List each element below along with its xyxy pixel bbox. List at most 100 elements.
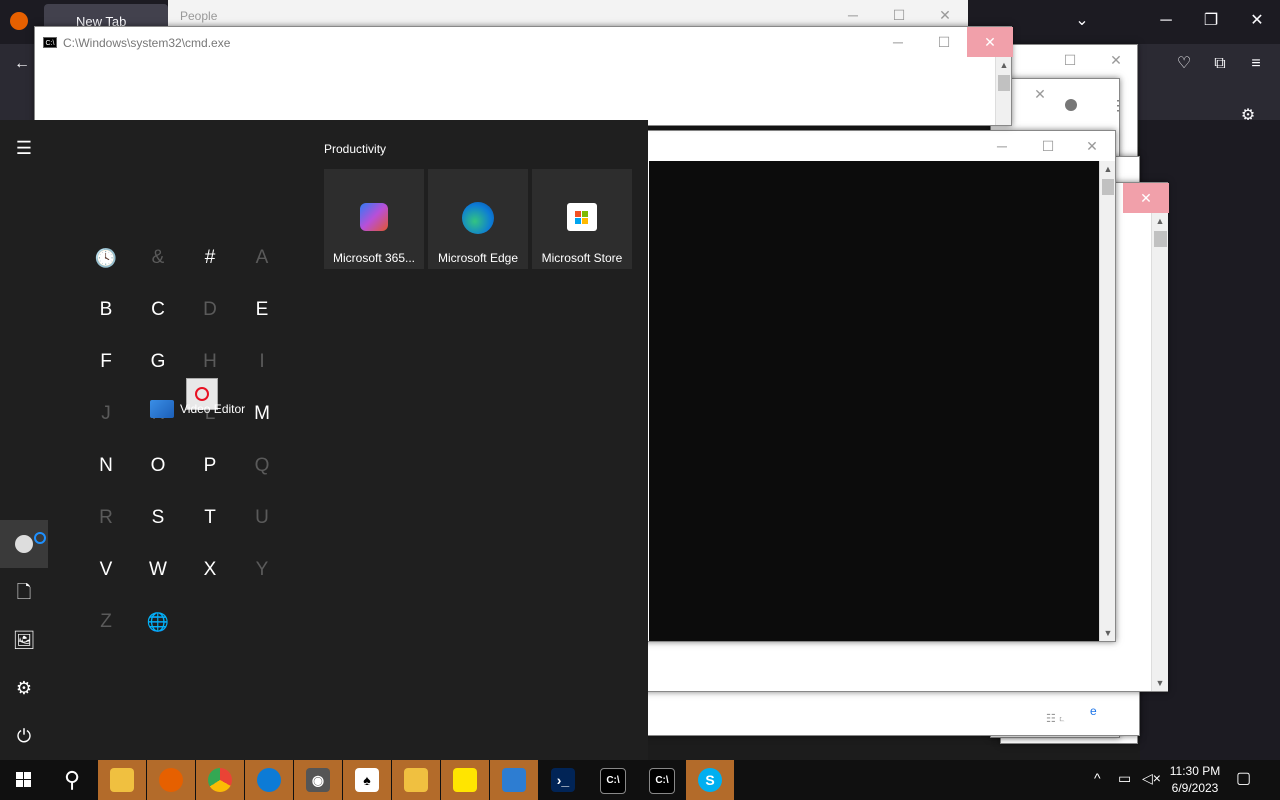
- extensions-icon[interactable]: ⧉: [1208, 52, 1232, 76]
- edge-icon: [257, 768, 281, 792]
- letter-#[interactable]: #: [184, 232, 236, 284]
- pictures-icon[interactable]: 🖼: [0, 616, 48, 664]
- scrollbar-thumb[interactable]: [998, 75, 1010, 91]
- close-button[interactable]: ✕: [1245, 9, 1269, 33]
- taskbar-camera[interactable]: ◉: [294, 760, 342, 800]
- network-icon[interactable]: ▭: [1118, 770, 1131, 787]
- letter-Z: Z: [100, 611, 112, 632]
- maximize-button[interactable]: ☐: [921, 27, 967, 57]
- close-button[interactable]: ✕: [1093, 45, 1139, 75]
- letter-S[interactable]: S: [132, 492, 184, 544]
- close-button[interactable]: ✕: [967, 27, 1013, 57]
- volume-muted-icon[interactable]: ◁×: [1142, 770, 1161, 787]
- video-editor-icon: [150, 400, 174, 418]
- more-icon[interactable]: ⋮: [1111, 97, 1125, 114]
- scrollbar[interactable]: ▲ ▼: [1099, 161, 1115, 641]
- link-chip[interactable]: e: [1060, 700, 1124, 724]
- close-button[interactable]: ✕: [1069, 131, 1115, 161]
- taskbar-cmd[interactable]: C:\: [637, 760, 685, 800]
- letter-W[interactable]: W: [132, 544, 184, 596]
- menu-icon[interactable]: ≡: [1244, 52, 1268, 76]
- camera-icon: ◉: [306, 768, 330, 792]
- power-icon[interactable]: ⏻: [0, 712, 48, 760]
- taskbar-cmd[interactable]: C:\: [588, 760, 636, 800]
- scrollbar[interactable]: ▲: [995, 57, 1011, 125]
- maximize-button[interactable]: ☐: [1047, 45, 1093, 75]
- cmd-window-title: C:\Windows\system32\cmd.exe: [63, 36, 231, 50]
- minimize-button[interactable]: ─: [875, 27, 921, 57]
- cmd-icon: C:\: [649, 768, 675, 794]
- taskbar-skype[interactable]: S: [686, 760, 734, 800]
- tile-microsoft-store[interactable]: Microsoft Store: [532, 169, 632, 269]
- close-button[interactable]: ✕: [1017, 79, 1063, 109]
- taskbar-people[interactable]: [490, 760, 538, 800]
- taskbar-chrome[interactable]: [196, 760, 244, 800]
- start-rail: ☰ 🗋 🖼 ⚙ ⏻: [0, 120, 48, 760]
- scroll-down-icon[interactable]: ▼: [1100, 625, 1116, 641]
- minimize-button[interactable]: ─: [979, 131, 1025, 161]
- scrollbar-thumb[interactable]: [1154, 231, 1167, 247]
- letter-&: &: [151, 247, 165, 268]
- taskbar-app[interactable]: [392, 760, 440, 800]
- tile-microsoft-edge[interactable]: Microsoft Edge: [428, 169, 528, 269]
- cmd-window: C:\ C:\Windows\system32\cmd.exe ─ ☐ ✕ ▲: [34, 26, 1013, 126]
- scroll-up-icon[interactable]: ▲: [1152, 213, 1168, 229]
- scroll-down-icon[interactable]: ▼: [1152, 675, 1168, 691]
- scrollbar[interactable]: ▲ ▼: [1151, 213, 1168, 691]
- letter-T[interactable]: T: [184, 492, 236, 544]
- letter-J: J: [101, 403, 111, 424]
- pocket-icon[interactable]: ♡: [1172, 52, 1196, 76]
- sticky-notes-icon: [453, 768, 477, 792]
- taskbar-file-explorer[interactable]: [98, 760, 146, 800]
- search-icon[interactable]: ⚲: [48, 760, 96, 800]
- store-icon: [567, 203, 597, 231]
- taskbar-firefox[interactable]: [147, 760, 195, 800]
- letter-O[interactable]: O: [132, 440, 184, 492]
- start-button[interactable]: [0, 760, 48, 800]
- cmd-icon: C:\: [600, 768, 626, 794]
- letter-N[interactable]: N: [80, 440, 132, 492]
- letter-G[interactable]: G: [132, 336, 184, 388]
- minimize-button[interactable]: ─: [1154, 9, 1178, 33]
- letter-E[interactable]: E: [236, 284, 288, 336]
- console-output[interactable]: [649, 161, 1099, 641]
- clock-icon[interactable]: 🕓: [80, 232, 132, 284]
- clock[interactable]: 11:30 PM 6/9/2023: [1164, 763, 1226, 797]
- letter-F[interactable]: F: [80, 336, 132, 388]
- letter-U: U: [255, 507, 269, 528]
- letter-P[interactable]: P: [184, 440, 236, 492]
- close-button[interactable]: ✕: [1123, 183, 1169, 213]
- drag-item-label: Video Editor: [180, 402, 246, 416]
- letter-Q: Q: [254, 455, 270, 476]
- notification-icon[interactable]: ▢: [1236, 768, 1251, 788]
- letter-C[interactable]: C: [132, 284, 184, 336]
- chevron-down-icon[interactable]: ⌄: [1070, 9, 1094, 33]
- letter-I: I: [259, 351, 265, 372]
- scroll-up-icon[interactable]: ▲: [996, 57, 1012, 73]
- scrollbar-thumb[interactable]: [1102, 179, 1114, 195]
- tile-microsoft-365[interactable]: Microsoft 365...: [324, 169, 424, 269]
- taskbar-powershell[interactable]: ›_: [539, 760, 587, 800]
- firefox-icon: [159, 768, 183, 792]
- letter-X[interactable]: X: [184, 544, 236, 596]
- folder-icon: [110, 768, 134, 792]
- maximize-button[interactable]: ☐: [1025, 131, 1071, 161]
- letter-D: D: [203, 299, 217, 320]
- restore-button[interactable]: ❐: [1199, 9, 1223, 33]
- user-avatar[interactable]: [0, 520, 48, 568]
- letter-A: A: [255, 247, 269, 268]
- settings-icon[interactable]: ⚙: [0, 664, 48, 712]
- tile-group-title: Productivity: [324, 142, 387, 156]
- back-icon[interactable]: ←: [10, 52, 34, 76]
- taskbar-sticky-notes[interactable]: [441, 760, 489, 800]
- taskbar-solitaire[interactable]: ♠: [343, 760, 391, 800]
- start-menu: Productivity Microsoft 365... Microsoft …: [0, 120, 648, 760]
- letter-V[interactable]: V: [80, 544, 132, 596]
- documents-icon[interactable]: 🗋: [0, 568, 48, 616]
- taskbar-edge[interactable]: [245, 760, 293, 800]
- scroll-up-icon[interactable]: ▲: [1100, 161, 1116, 177]
- letter-B[interactable]: B: [80, 284, 132, 336]
- chevron-up-icon[interactable]: ^: [1094, 770, 1101, 786]
- hamburger-icon[interactable]: ☰: [0, 124, 48, 172]
- cards-icon: ♠: [355, 768, 379, 792]
